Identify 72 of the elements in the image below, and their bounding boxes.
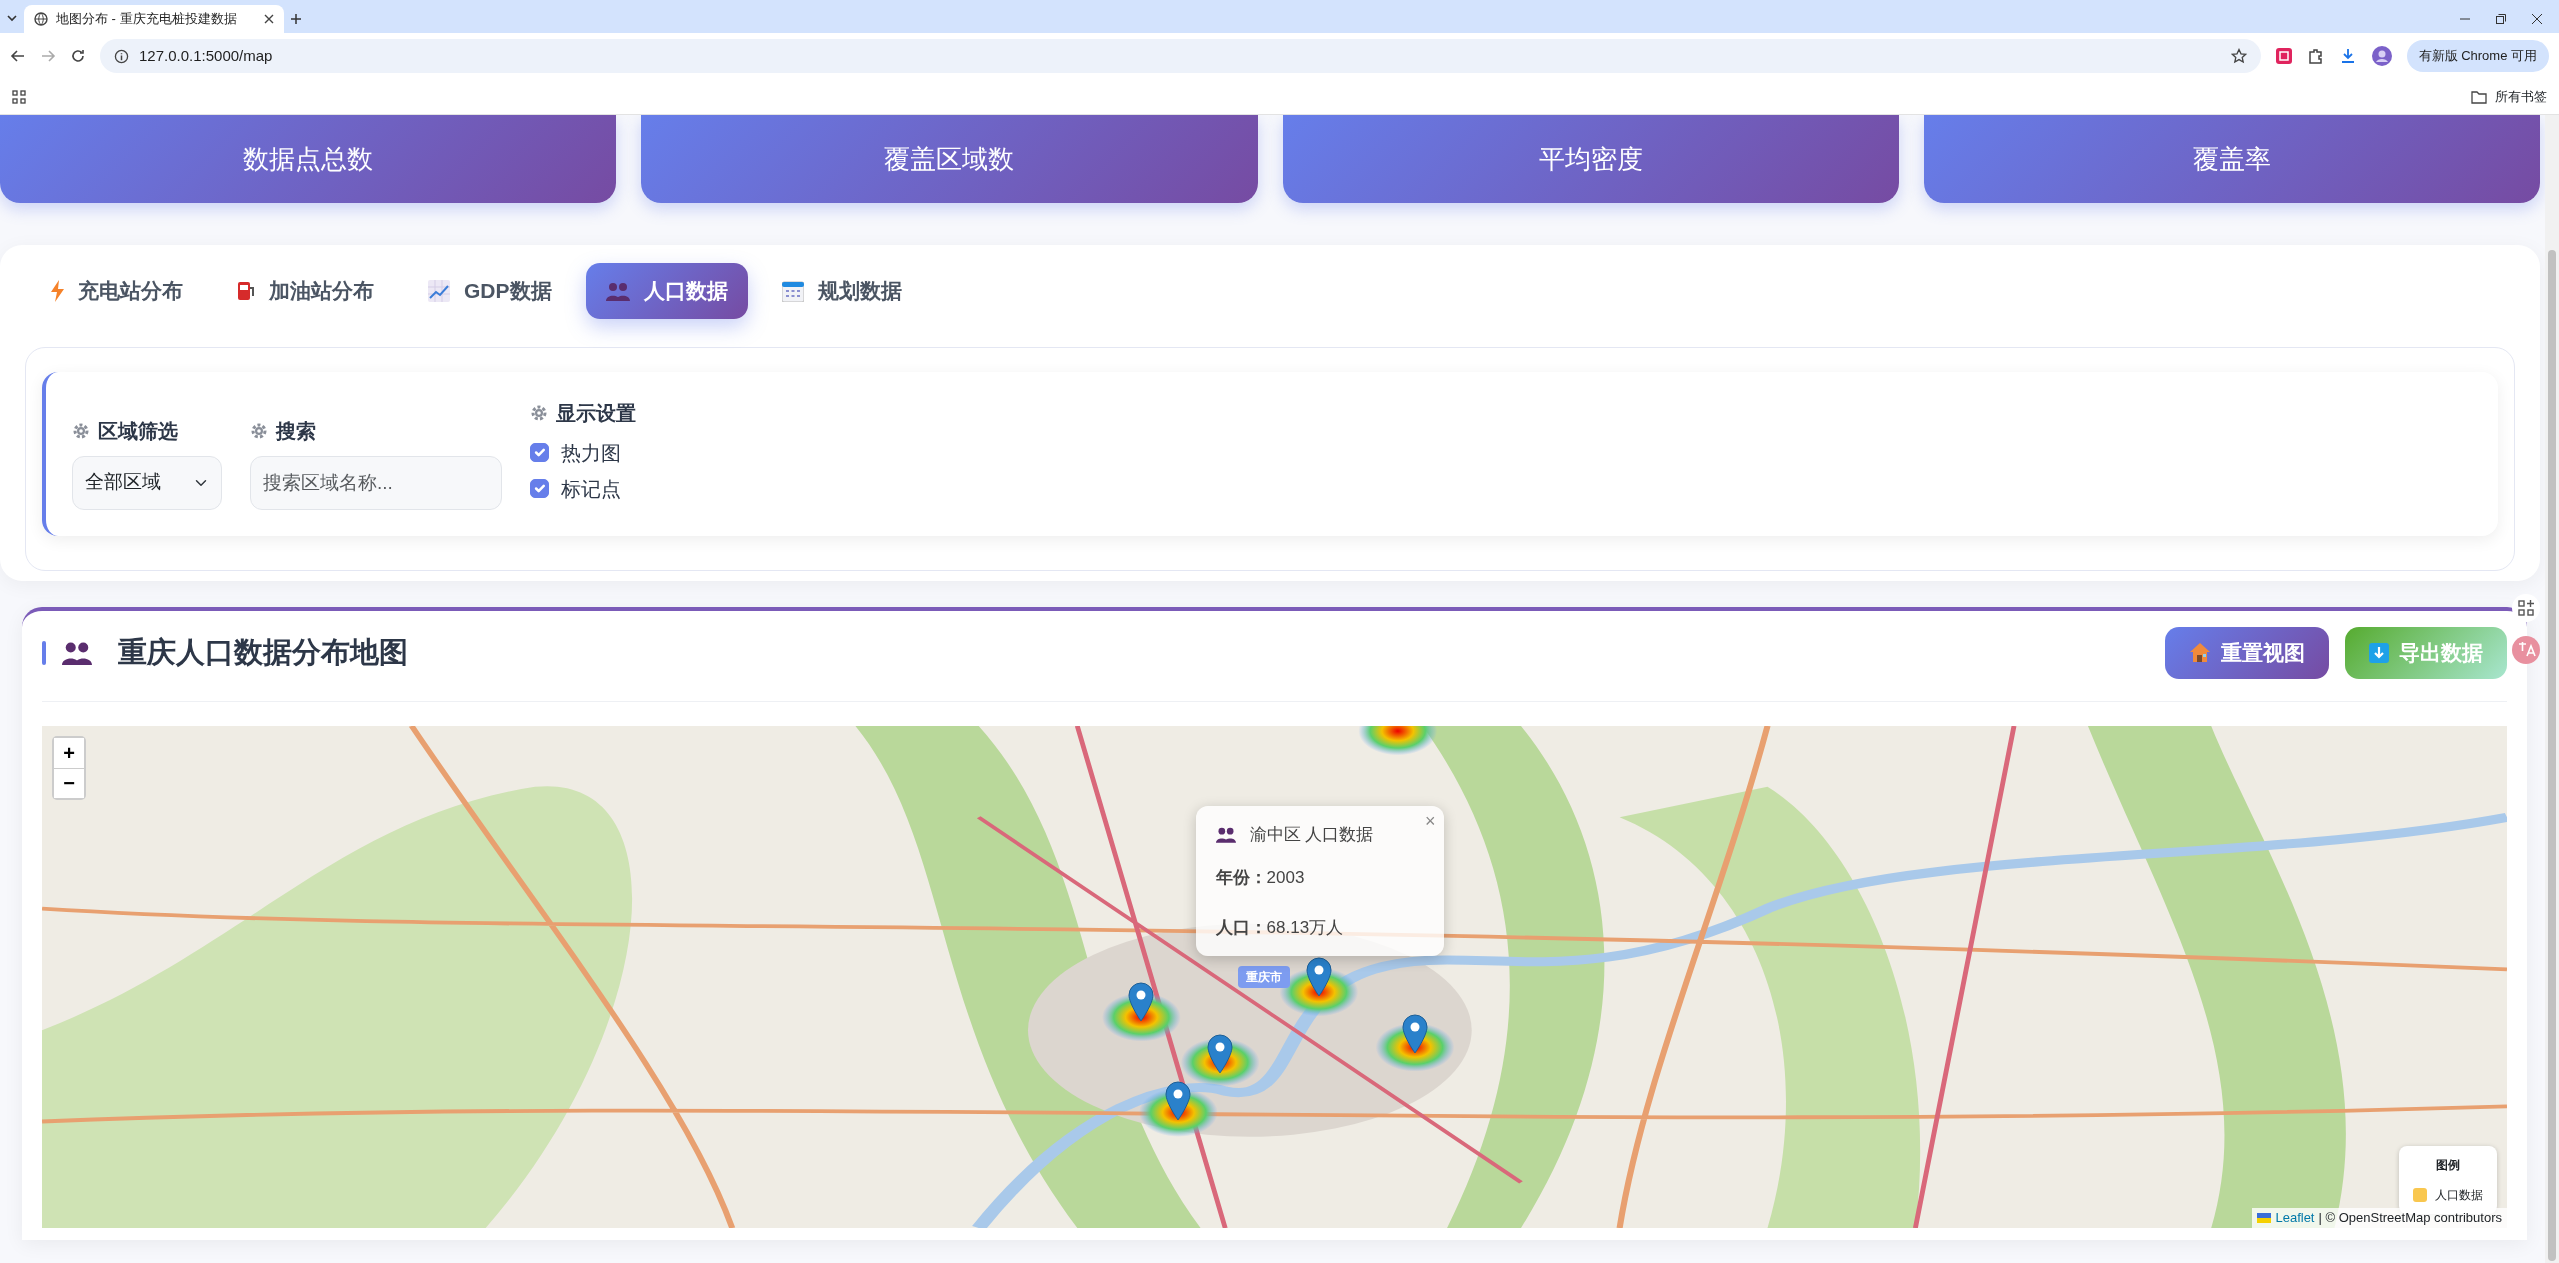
bookmarks-folder-link[interactable]: 所有书签 — [2495, 86, 2547, 107]
map-pin-icon[interactable] — [1402, 1014, 1428, 1055]
download-icon — [2369, 642, 2389, 663]
popup-text: 年份：2003 — [1215, 867, 1306, 890]
map-label: 重庆市 — [1237, 966, 1290, 989]
checkbox[interactable] — [530, 443, 549, 462]
checkbox[interactable] — [530, 479, 549, 498]
back-icon[interactable] — [10, 48, 26, 64]
popup-title: 渝中区 人口数据 — [1249, 823, 1374, 846]
close-icon[interactable] — [264, 14, 274, 24]
legend-label: 人口数据 — [2435, 1186, 2483, 1204]
house-icon — [2189, 641, 2211, 664]
update-chrome-button[interactable]: 有新版 Chrome 可用 — [2406, 40, 2549, 72]
people-icon — [62, 640, 92, 665]
close-icon[interactable] — [2531, 13, 2543, 25]
people-icon — [605, 280, 630, 301]
new-tab-icon[interactable] — [290, 13, 302, 25]
map-pin-icon[interactable] — [1305, 956, 1332, 997]
reset-view-button[interactable]: 重置视图 — [2165, 626, 2329, 679]
map-pin-icon[interactable] — [1128, 981, 1155, 1022]
puzzle-icon[interactable] — [2306, 47, 2325, 65]
filter-label: 搜索 — [276, 418, 316, 444]
map-pin-icon[interactable] — [1165, 1081, 1192, 1122]
address-bar[interactable]: 127.0.0.1:5000/map — [100, 39, 2261, 73]
people-icon — [1215, 826, 1236, 844]
tab[interactable]: GDP数据 — [408, 263, 572, 319]
grid-add-icon[interactable] — [2511, 593, 2541, 623]
gear-icon — [250, 421, 268, 440]
url-text: 127.0.0.1:5000/map — [139, 45, 274, 66]
map-pin-icon[interactable] — [1207, 1034, 1234, 1075]
flag-icon — [2257, 1212, 2272, 1223]
search-field[interactable]: 搜索区域名称... — [250, 455, 502, 510]
map-title: 重庆人口数据分布地图 — [118, 635, 408, 670]
region-select[interactable]: 全部区域 — [72, 455, 222, 510]
legend-title: 图例 — [2435, 1156, 2461, 1174]
checkbox-label: 热力图 — [561, 440, 621, 466]
tab[interactable]: 加油站分布 — [217, 263, 394, 319]
gear-icon — [530, 403, 548, 422]
tab[interactable]: 人口数据 — [585, 263, 748, 319]
accent-bar — [42, 640, 46, 665]
stat-card: 平均密度 — [1282, 115, 1899, 203]
restore-icon[interactable] — [2495, 13, 2507, 25]
gear-icon — [72, 421, 90, 440]
checkbox-label: 标记点 — [561, 476, 621, 502]
apps-grid-icon[interactable] — [12, 89, 26, 104]
globe-icon — [34, 12, 48, 26]
tab-title: 地图分布 - 重庆充电桩投建数据 — [56, 10, 238, 29]
star-icon[interactable] — [2230, 48, 2247, 64]
fuel-pump-icon — [237, 279, 255, 302]
calendar-icon — [781, 279, 804, 302]
profile-avatar-icon[interactable] — [2370, 45, 2393, 67]
scrollbar[interactable] — [2545, 115, 2559, 1263]
browser-tab[interactable]: 地图分布 - 重庆充电桩投建数据 — [24, 5, 284, 33]
filter-label: 显示设置 — [556, 400, 636, 426]
dropdown-icon[interactable] — [6, 12, 18, 24]
attribution-text: | © OpenStreetMap contributors — [2318, 1209, 2502, 1227]
info-icon[interactable] — [114, 48, 129, 64]
zoom-out-button[interactable]: − — [54, 767, 84, 798]
popup-text: 人口：68.13万人 — [1215, 916, 1345, 939]
line-chart-icon — [428, 279, 450, 302]
close-button[interactable]: × — [1425, 807, 1436, 835]
extension-icon[interactable] — [2274, 47, 2293, 65]
reload-icon[interactable] — [70, 48, 86, 64]
stat-card: 覆盖率 — [1923, 115, 2540, 203]
filter-label: 区域筛选 — [98, 418, 178, 444]
tab[interactable]: 充电站分布 — [30, 263, 203, 319]
stat-card: 覆盖区域数 — [641, 115, 1258, 203]
leaflet-link[interactable]: Leaflet — [2275, 1208, 2315, 1228]
stat-card: 数据点总数 — [0, 115, 617, 203]
lightning-icon — [50, 279, 64, 302]
tab[interactable]: 规划数据 — [761, 263, 922, 319]
folder-icon — [2471, 89, 2487, 104]
